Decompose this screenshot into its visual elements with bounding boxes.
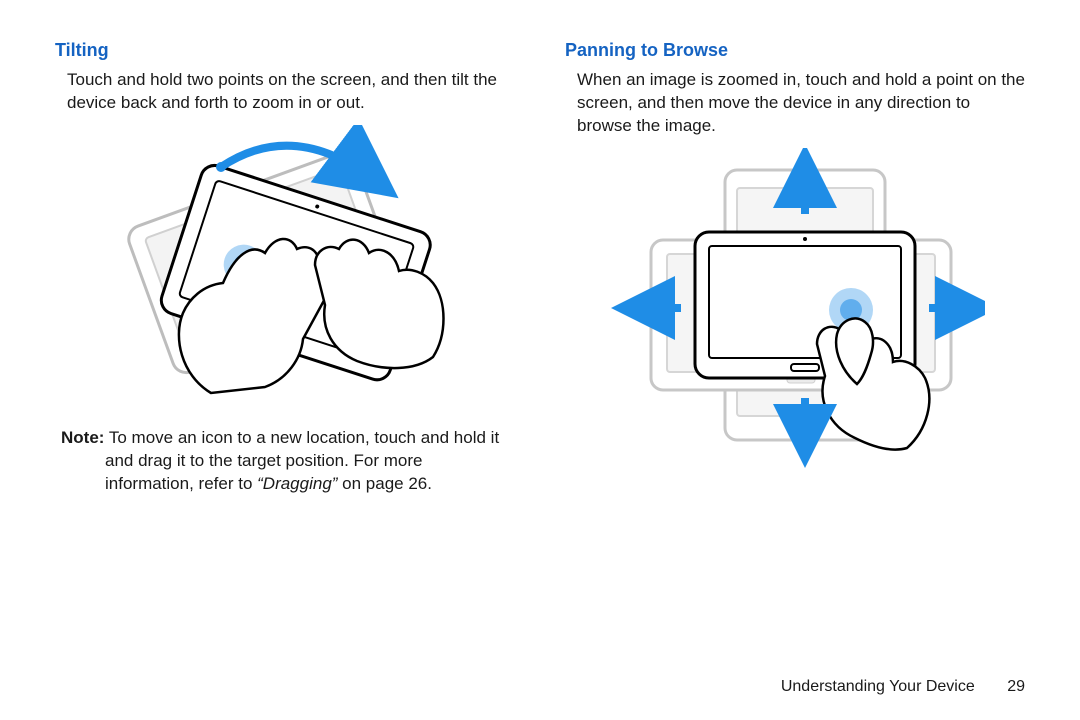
- tilting-heading: Tilting: [55, 40, 515, 61]
- note-body-b: on page 26.: [337, 474, 432, 493]
- tilting-figure: [55, 125, 515, 410]
- page-footer: Understanding Your Device 29: [781, 678, 1025, 696]
- panning-body: When an image is zoomed in, touch and ho…: [565, 69, 1025, 138]
- note-ref: “Dragging”: [257, 474, 337, 493]
- note-label: Note:: [61, 428, 104, 447]
- panning-figure: [565, 148, 1025, 473]
- tilting-note: Note: To move an icon to a new location,…: [55, 427, 515, 496]
- panning-heading: Panning to Browse: [565, 40, 1025, 61]
- left-column: Tilting Touch and hold two points on the…: [55, 40, 515, 513]
- footer-page-number: 29: [1007, 678, 1025, 695]
- footer-section: Understanding Your Device: [781, 678, 975, 695]
- right-column: Panning to Browse When an image is zoome…: [565, 40, 1025, 513]
- tilting-body: Touch and hold two points on the screen,…: [55, 69, 515, 115]
